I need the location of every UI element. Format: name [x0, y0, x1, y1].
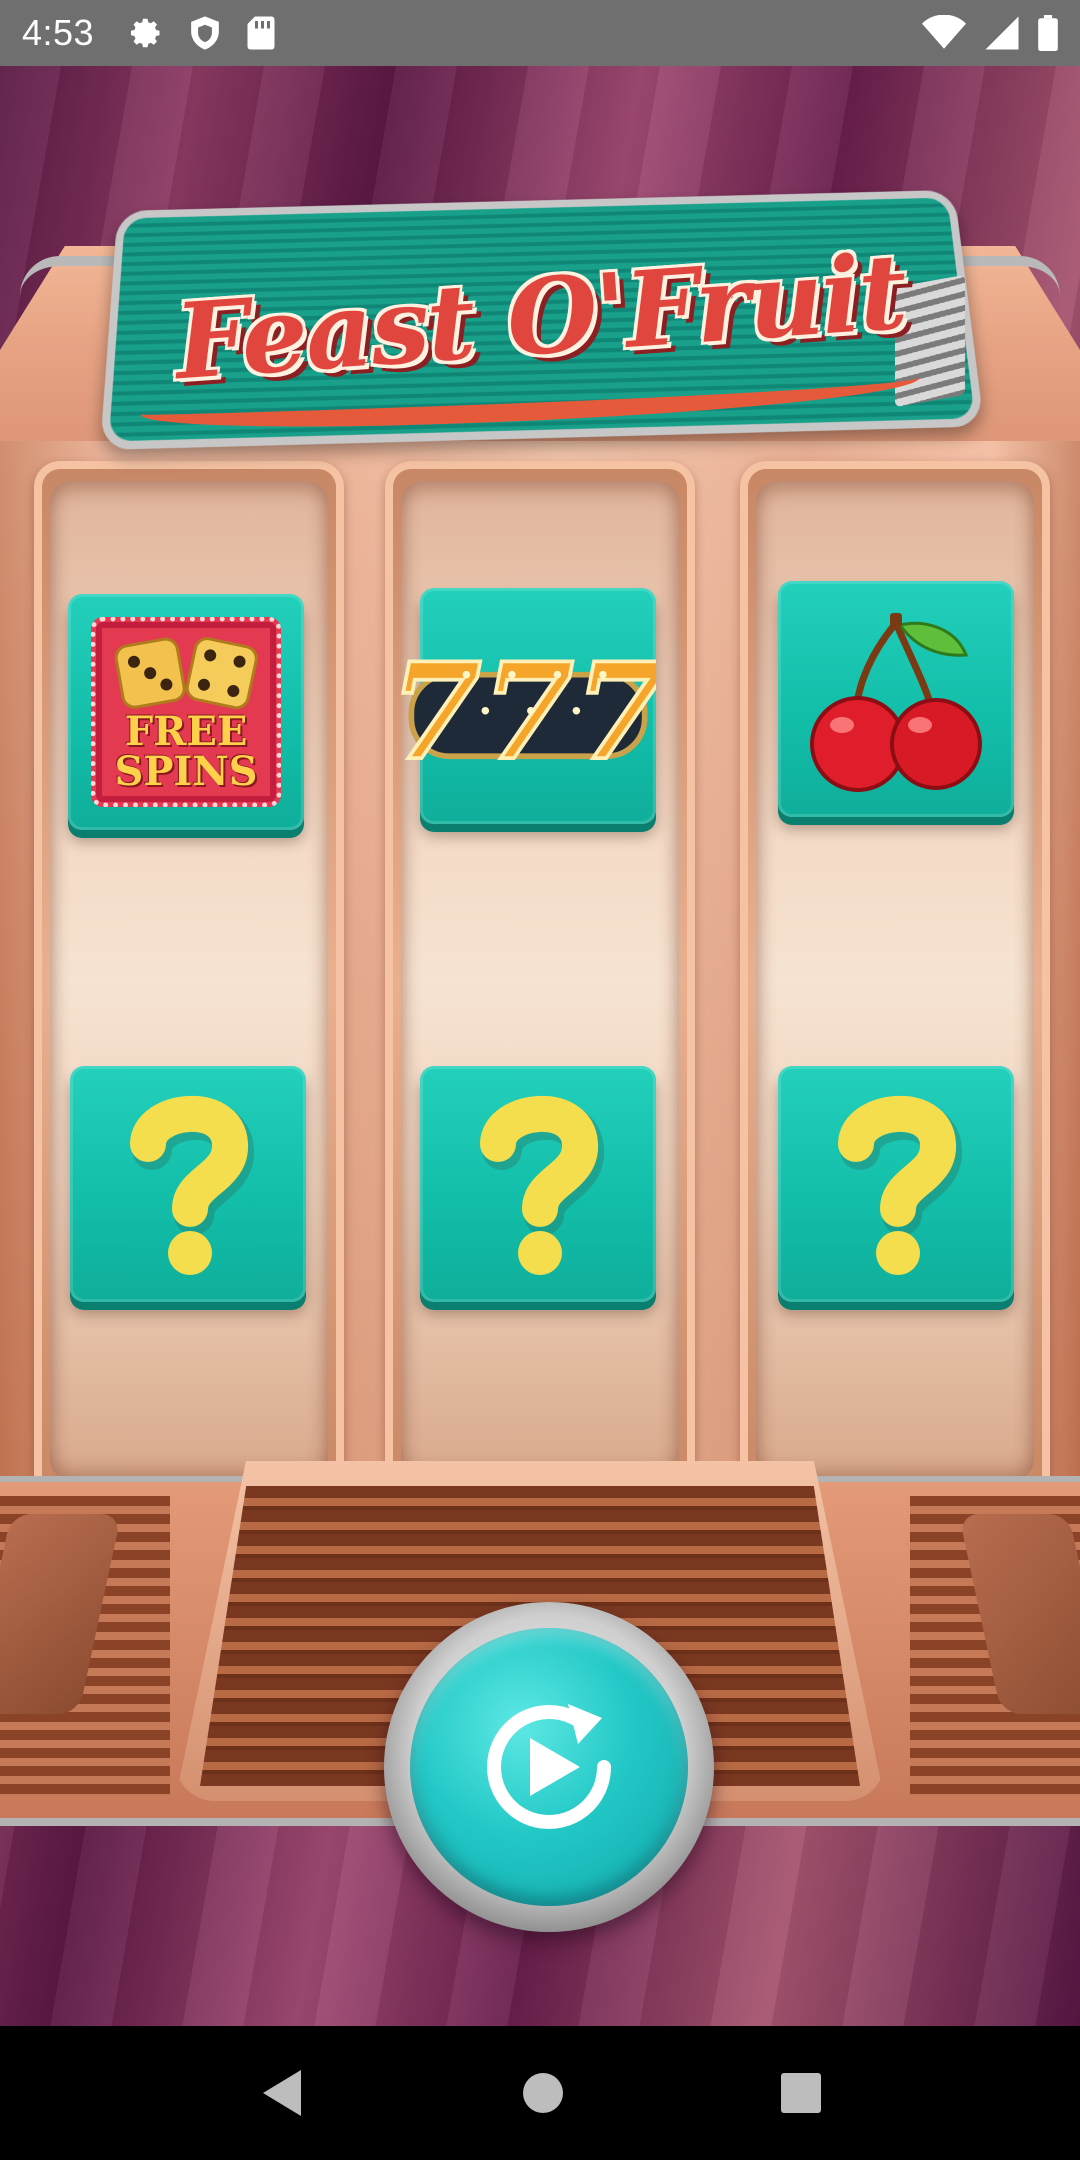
free-spins-badge: FREE SPINS: [91, 617, 281, 807]
question-mark-icon: [480, 1095, 604, 1275]
recents-icon[interactable]: [779, 2071, 823, 2115]
question-mark-icon: [838, 1095, 962, 1275]
cherries-icon: [810, 613, 982, 792]
home-icon[interactable]: [521, 2071, 565, 2115]
status-bar: 4:53: [0, 0, 1080, 66]
wifi-icon: [922, 15, 966, 51]
symbol-cherries[interactable]: [778, 581, 1014, 817]
signal-icon: [984, 15, 1020, 51]
game-area: FREE SPINS 777 Feast O'Fruit: [0, 66, 1080, 2026]
battery-icon: [1038, 15, 1058, 51]
question-mark-icon: [130, 1095, 254, 1275]
status-right-icons: [922, 15, 1058, 51]
symbol-triple-seven[interactable]: 777: [400, 588, 656, 824]
seven-icon: 777: [400, 632, 656, 792]
status-time: 4:53: [22, 12, 95, 53]
symbol-free-spins[interactable]: FREE SPINS: [68, 594, 304, 830]
symbol-question-mark[interactable]: [420, 1066, 656, 1302]
sd-card-icon: [246, 15, 276, 51]
free-spins-label: FREE SPINS: [114, 708, 258, 795]
replay-play-icon: [487, 1704, 611, 1829]
status-left-icons: [128, 15, 276, 51]
spin-button-face: [410, 1628, 688, 1906]
nav-bar: [0, 2026, 1080, 2160]
shield-icon: [188, 15, 222, 51]
gear-icon: [128, 15, 164, 51]
symbol-question-mark[interactable]: [778, 1066, 1014, 1302]
back-icon[interactable]: [257, 2066, 307, 2120]
symbol-question-mark[interactable]: [70, 1066, 306, 1302]
screen: 4:53 FREE SPINS 777 Feast O'Fruit: [0, 0, 1080, 2160]
dice-icon: [114, 637, 258, 710]
spin-button[interactable]: [384, 1602, 714, 1932]
